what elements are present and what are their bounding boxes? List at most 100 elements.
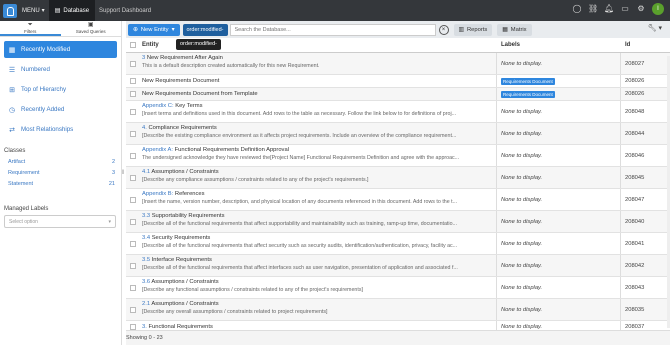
- nav-recently-modified[interactable]: ▦ Recently Modified: [4, 41, 117, 58]
- id-cell: 208042: [625, 262, 645, 269]
- hierarchy-icon: ⊞: [9, 86, 15, 94]
- entity-description: [Describe all of the functional requirem…: [142, 221, 457, 227]
- table-row[interactable]: 4. Compliance Requirements [Describe the …: [126, 123, 670, 145]
- class-name: Requirement: [8, 169, 40, 176]
- top-icons: ◯ ⛓ 🔔︎ ▭ ⚙ I: [572, 3, 664, 15]
- entity-title-line: 3.3 Supportability Requirements: [142, 213, 496, 219]
- tab-saved-queries[interactable]: ▣ Saved Queries: [61, 21, 122, 36]
- managed-labels-select[interactable]: Select option ▾: [4, 215, 116, 228]
- tools-dropdown[interactable]: 🔧︎ ▾: [644, 24, 666, 35]
- tab-filters[interactable]: ⏷ Filters: [0, 21, 61, 36]
- gear-icon[interactable]: ⚙: [636, 4, 646, 14]
- labels-cell: Requirements Document: [497, 75, 621, 87]
- entity-cell[interactable]: Appendix B: References [Insert the name, …: [140, 189, 497, 210]
- folder-icon[interactable]: ▭: [620, 4, 630, 14]
- entity-cell[interactable]: New Requirements Document from Template: [140, 88, 497, 100]
- entity-cell[interactable]: 3.5 Interface Requirements [Describe all …: [140, 255, 497, 276]
- class-item-artifact[interactable]: Artifact 2: [0, 156, 121, 167]
- tab-database[interactable]: ▤ Database: [48, 0, 96, 21]
- row-checkbox[interactable]: [130, 130, 136, 137]
- entity-cell[interactable]: 3.6 Assumptions / Constraints [Describe a…: [140, 277, 497, 298]
- row-checkbox-cell: [126, 101, 140, 122]
- row-checkbox[interactable]: [130, 218, 136, 225]
- reports-button[interactable]: ▥ Reports: [453, 23, 493, 36]
- table-row[interactable]: 3.4 Security Requirements [Describe all o…: [126, 233, 670, 255]
- header-id[interactable]: Id: [621, 42, 670, 48]
- row-checkbox[interactable]: [130, 240, 136, 247]
- table-row[interactable]: Appendix C: Key Terms [Insert terms and d…: [126, 101, 670, 123]
- row-checkbox-cell: [126, 123, 140, 144]
- entity-cell[interactable]: 3. Functional Requirements: [140, 321, 497, 330]
- class-item-requirement[interactable]: Requirement 3: [0, 167, 121, 178]
- no-labels-text: None to display.: [501, 240, 543, 247]
- row-checkbox[interactable]: [130, 284, 136, 291]
- labels-cell: None to display.: [497, 233, 621, 254]
- row-checkbox-cell: [126, 167, 140, 188]
- entity-cell[interactable]: 3 New Requirement After Again This is a d…: [140, 53, 497, 74]
- clear-search-icon[interactable]: ×: [438, 24, 449, 35]
- table-row[interactable]: New Requirements Document from Template R…: [126, 88, 670, 101]
- order-filter-chip[interactable]: order:modified-: [182, 23, 228, 36]
- chat-icon[interactable]: ◯: [572, 4, 582, 14]
- entity-title: Assumptions / Constraints: [151, 279, 219, 285]
- class-item-statement[interactable]: Statement 21: [0, 178, 121, 189]
- entity-cell[interactable]: Appendix A: Functional Requirements Defi…: [140, 145, 497, 166]
- table-row[interactable]: 3. Functional Requirements None to displa…: [126, 321, 670, 330]
- table-row[interactable]: 3.6 Assumptions / Constraints [Describe a…: [126, 277, 670, 299]
- row-checkbox[interactable]: [130, 108, 136, 115]
- clock-icon: ◷: [8, 106, 16, 114]
- row-checkbox[interactable]: [130, 60, 136, 67]
- row-checkbox[interactable]: [130, 174, 136, 181]
- entity-title-line: 4.1 Assumptions / Constraints: [142, 169, 496, 175]
- entity-cell[interactable]: 3.3 Supportability Requirements [Describe…: [140, 211, 497, 232]
- nav-most-relationships[interactable]: ⇄ Most Relationships: [4, 121, 117, 138]
- entity-cell[interactable]: 4.1 Assumptions / Constraints [Describe a…: [140, 167, 497, 188]
- row-checkbox-cell: [126, 53, 140, 74]
- table-row[interactable]: New Requirements Document Requirements Do…: [126, 75, 670, 88]
- entity-title-line: 2.1 Assumptions / Constraints: [142, 301, 496, 307]
- no-labels-text: None to display.: [501, 218, 543, 225]
- entity-title-line: 3.5 Interface Requirements: [142, 257, 496, 263]
- entity-cell[interactable]: 4. Compliance Requirements [Describe the …: [140, 123, 497, 144]
- table-row[interactable]: 2.1 Assumptions / Constraints [Describe a…: [126, 299, 670, 321]
- header-checkbox-cell: [126, 42, 140, 48]
- table-row[interactable]: 4.1 Assumptions / Constraints [Describe a…: [126, 167, 670, 189]
- labels-cell: None to display.: [497, 53, 621, 74]
- table-row[interactable]: 3.3 Supportability Requirements [Describe…: [126, 211, 670, 233]
- table-row[interactable]: Appendix A: Functional Requirements Defi…: [126, 145, 670, 167]
- nav-top-of-hierarchy[interactable]: ⊞ Top of Hierarchy: [4, 81, 117, 98]
- entity-cell[interactable]: Appendix C: Key Terms [Insert terms and d…: [140, 101, 497, 122]
- row-checkbox[interactable]: [130, 262, 136, 269]
- id-cell: 208040: [625, 218, 645, 225]
- grid-icon: ▦: [8, 46, 16, 54]
- select-all-checkbox[interactable]: [130, 42, 136, 48]
- row-checkbox[interactable]: [130, 78, 136, 84]
- entity-description: [Describe all of the functional requirem…: [142, 243, 458, 249]
- entity-cell[interactable]: 3.4 Security Requirements [Describe all o…: [140, 233, 497, 254]
- entity-cell[interactable]: 2.1 Assumptions / Constraints [Describe a…: [140, 299, 497, 320]
- avatar[interactable]: I: [652, 3, 664, 15]
- entity-number: 3.6: [142, 279, 151, 285]
- row-checkbox[interactable]: [130, 196, 136, 203]
- nav-numbered[interactable]: ☰ Numbered: [4, 61, 117, 78]
- header-labels[interactable]: Labels: [497, 42, 621, 48]
- link-icon[interactable]: ⛓: [588, 4, 598, 14]
- table-row[interactable]: 3 New Requirement After Again This is a d…: [126, 53, 670, 75]
- row-checkbox-cell: [126, 88, 140, 100]
- search-input[interactable]: [229, 23, 436, 36]
- table-row[interactable]: 3.5 Interface Requirements [Describe all …: [126, 255, 670, 277]
- matrix-button[interactable]: ▦ Matrix: [497, 23, 532, 36]
- managed-labels-heading: Managed Labels: [4, 206, 49, 212]
- tab-filters-label: Filters: [24, 29, 37, 34]
- entity-cell[interactable]: New Requirements Document: [140, 75, 497, 87]
- row-checkbox[interactable]: [130, 152, 136, 159]
- row-checkbox[interactable]: [130, 306, 136, 313]
- table-row[interactable]: Appendix B: References [Insert the name, …: [126, 189, 670, 211]
- app-logo-icon[interactable]: [3, 3, 17, 18]
- bell-icon[interactable]: 🔔︎: [604, 4, 614, 14]
- new-entity-button[interactable]: ⊕ New Entity ▾: [128, 23, 180, 36]
- nav-recently-added[interactable]: ◷ Recently Added: [4, 101, 117, 118]
- tab-support-dashboard[interactable]: Support Dashboard: [99, 8, 151, 14]
- menu-button[interactable]: MENU ▾: [22, 7, 45, 15]
- row-checkbox[interactable]: [130, 91, 136, 97]
